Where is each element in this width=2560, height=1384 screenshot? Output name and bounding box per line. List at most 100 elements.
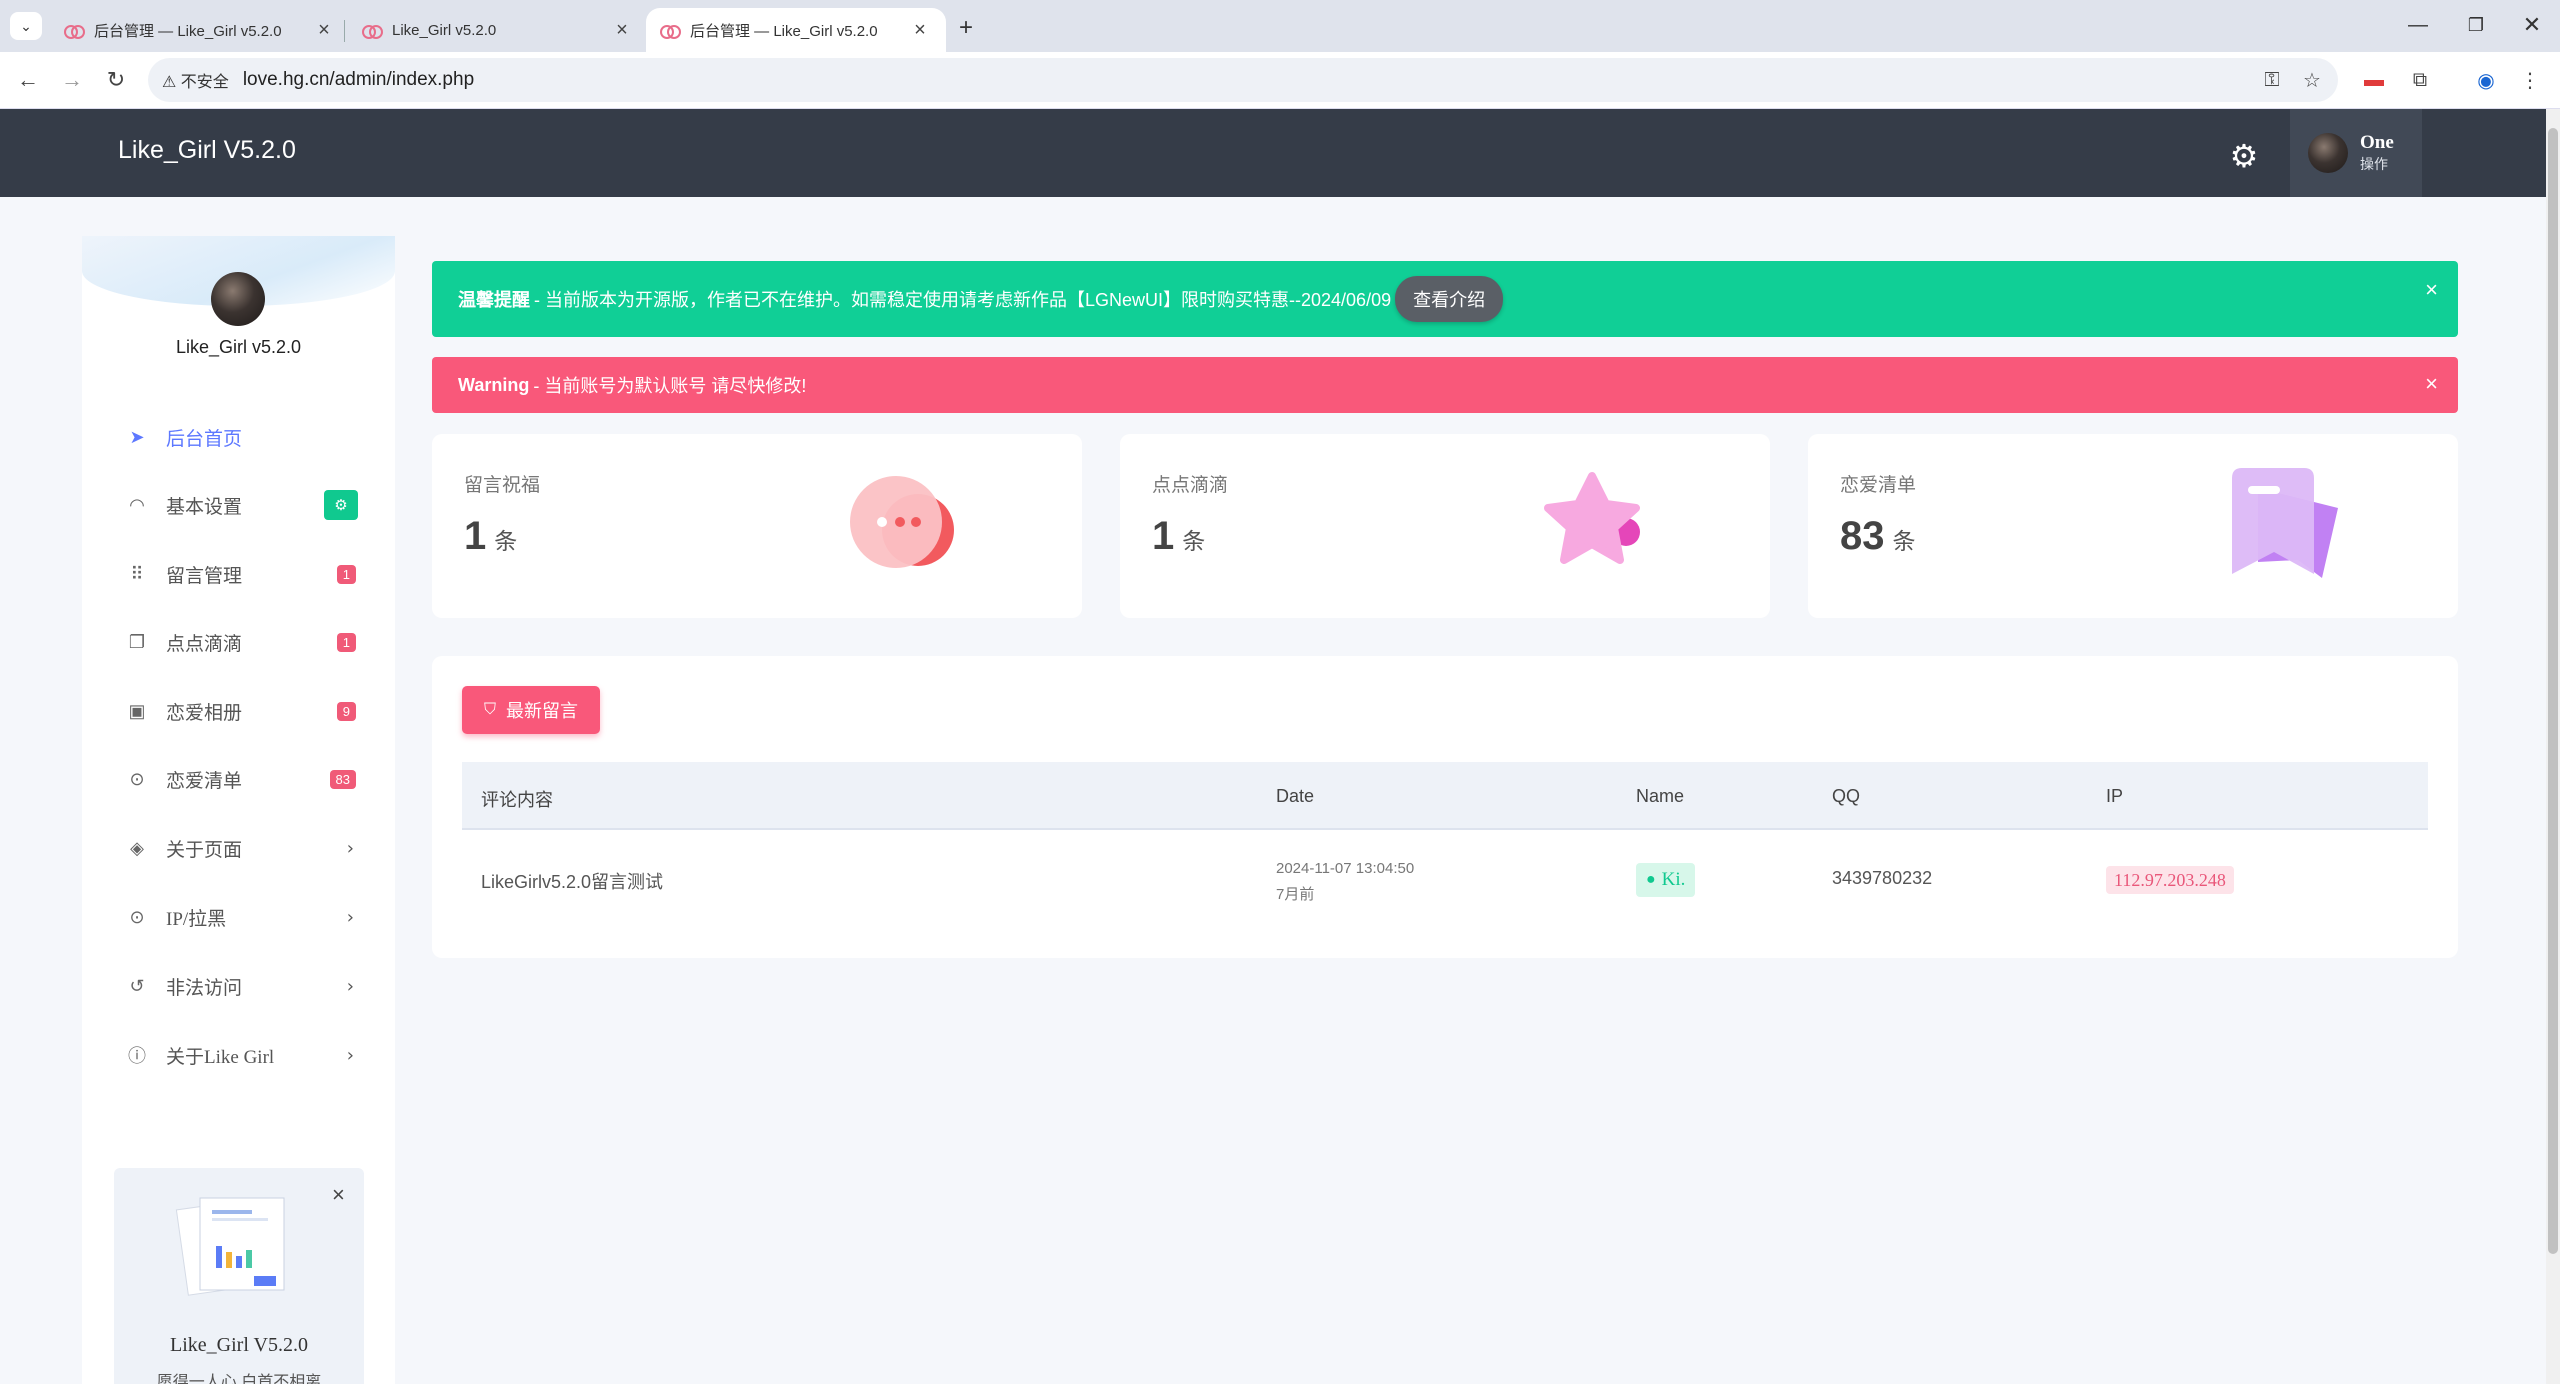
address-bar[interactable]: ⚠ 不安全 love.hg.cn/admin/index.php bbox=[148, 58, 2338, 102]
browser-tab-3[interactable]: 后台管理 — Like_Girl v5.2.0 × bbox=[646, 8, 946, 52]
sidebar-item-illegal-access[interactable]: ↺ 非法访问 › bbox=[124, 966, 364, 1006]
stat-number: 1 bbox=[1152, 514, 1175, 558]
close-icon[interactable]: × bbox=[2425, 371, 2438, 397]
stat-number: 1 bbox=[464, 514, 487, 558]
column-header-content[interactable]: 评论内容 bbox=[481, 786, 553, 812]
arrow-right-icon: → bbox=[61, 67, 83, 92]
latest-messages-button[interactable]: ⛉ 最新留言 bbox=[462, 686, 600, 734]
sidebar-item-ip-block[interactable]: ⊙ IP/拉黑 › bbox=[124, 897, 364, 937]
restore-icon: ❐ bbox=[2467, 14, 2485, 35]
new-tab-button[interactable]: + bbox=[950, 12, 982, 44]
bookmark-icon bbox=[2232, 468, 2338, 578]
stat-card-list: 恋爱清单 83 条 bbox=[1808, 434, 2458, 618]
rings-icon bbox=[64, 23, 85, 39]
tab-search-button[interactable]: ⌄ bbox=[10, 12, 42, 40]
alert-text: - 当前账号为默认账号 请尽快修改! bbox=[533, 376, 807, 396]
close-icon: ✕ bbox=[2522, 12, 2542, 37]
sidebar-item-label: 基本设置 bbox=[166, 496, 243, 518]
minimize-icon: — bbox=[2408, 13, 2428, 36]
sidebar-item-home[interactable]: ➤ 后台首页 bbox=[124, 417, 364, 457]
column-header-qq[interactable]: QQ bbox=[1832, 786, 1860, 807]
table-header bbox=[462, 762, 2428, 830]
window-close-button[interactable]: ✕ bbox=[2512, 10, 2552, 40]
extensions-puzzle-icon[interactable]: ⧉ bbox=[2404, 64, 2436, 96]
restore-button[interactable]: ❐ bbox=[2456, 10, 2496, 40]
sidebar-item-label: 关于Like Girl bbox=[166, 1046, 275, 1068]
star-icon bbox=[1544, 472, 1640, 564]
browser-tab-2[interactable]: Like_Girl v5.2.0 × bbox=[348, 8, 648, 52]
message-date: 2024-11-07 13:04:50 bbox=[1276, 860, 1415, 877]
password-key-icon[interactable]: ⚿ bbox=[2256, 64, 2288, 96]
rings-icon bbox=[660, 23, 681, 39]
url-text: love.hg.cn/admin/index.php bbox=[242, 69, 475, 90]
user-role: 操作 bbox=[2360, 156, 2388, 172]
close-icon[interactable]: × bbox=[908, 19, 932, 42]
gauge-icon: ◠ bbox=[129, 494, 145, 515]
column-header-date[interactable]: Date bbox=[1276, 786, 1314, 807]
chat-bubble-icon bbox=[850, 476, 954, 568]
back-button[interactable]: ← bbox=[12, 64, 44, 96]
profile-icon[interactable]: ◉ bbox=[2470, 64, 2502, 96]
sidebar-item-moments[interactable]: ❐ 点点滴滴 1 bbox=[124, 622, 364, 662]
user-circle-icon: ● bbox=[1646, 871, 1656, 888]
forward-button[interactable]: → bbox=[56, 64, 88, 96]
report-illustration bbox=[175, 1197, 285, 1296]
name-tag: ● Ki. bbox=[1636, 863, 1696, 897]
stat-card-messages: 留言祝福 1条 bbox=[432, 434, 1082, 618]
avatar bbox=[211, 272, 265, 326]
tab-title: Like_Girl v5.2.0 bbox=[392, 21, 497, 39]
clipboard-icon: ❐ bbox=[128, 631, 146, 652]
user-menu[interactable]: One 操作 bbox=[2290, 109, 2422, 197]
stat-card-moments: 点点滴滴 1条 bbox=[1120, 434, 1770, 618]
user-name: One bbox=[2360, 132, 2394, 153]
photo-icon: ▣ bbox=[128, 700, 146, 721]
close-icon[interactable]: × bbox=[312, 19, 336, 42]
alert-strong: 温馨提醒 bbox=[458, 290, 530, 310]
reload-button[interactable]: ↻ bbox=[100, 64, 132, 96]
gear-icon[interactable]: ⚙ bbox=[2226, 138, 2262, 174]
browser-tab-1[interactable]: 后台管理 — Like_Girl v5.2.0 × bbox=[50, 8, 350, 52]
sidebar-item-label: 恋爱相册 bbox=[166, 702, 243, 724]
avatar bbox=[2308, 133, 2348, 173]
basket-icon: ⛉ bbox=[483, 701, 496, 718]
count-badge: 1 bbox=[336, 564, 356, 584]
column-header-name[interactable]: Name bbox=[1636, 786, 1684, 807]
pin-icon: ⊙ bbox=[129, 906, 145, 927]
settings-badge: ⚙ bbox=[324, 490, 358, 520]
chevron-right-icon: › bbox=[346, 975, 354, 997]
security-label: 不安全 bbox=[180, 74, 229, 91]
stat-number: 83 bbox=[1840, 514, 1885, 558]
close-icon[interactable]: × bbox=[332, 1182, 345, 1208]
security-indicator[interactable]: ⚠ 不安全 bbox=[162, 68, 229, 92]
sidebar-item-label: 留言管理 bbox=[166, 565, 243, 587]
chevron-right-icon: › bbox=[346, 906, 354, 928]
minimize-button[interactable]: — bbox=[2398, 10, 2438, 40]
info-icon: ⓘ bbox=[128, 1046, 146, 1066]
sidebar-site-name: Like_Girl v5.2.0 bbox=[175, 337, 302, 357]
count-badge: 83 bbox=[329, 769, 356, 789]
arrow-left-icon: ← bbox=[17, 67, 39, 92]
scrollbar-thumb[interactable] bbox=[2548, 128, 2558, 1254]
sidebar-item-about-page[interactable]: ◈ 关于页面 › bbox=[124, 828, 364, 868]
ip-badge: 112.97.203.248 bbox=[2106, 866, 2234, 894]
sidebar-item-list[interactable]: ⊙ 恋爱清单 83 bbox=[124, 759, 364, 799]
view-intro-button[interactable]: 查看介绍 bbox=[1395, 276, 1504, 322]
bookmark-star-icon[interactable]: ☆ bbox=[2296, 64, 2328, 96]
sidebar-item-album[interactable]: ▣ 恋爱相册 9 bbox=[124, 691, 364, 731]
column-header-ip[interactable]: IP bbox=[2106, 786, 2123, 807]
sidebar-item-messages[interactable]: ⠿ 留言管理 1 bbox=[124, 554, 364, 594]
alert-text: - 当前版本为开源版，作者已不在维护。如需稳定使用请考虑新作品【LGNewUI】… bbox=[534, 290, 1392, 310]
button-label: 最新留言 bbox=[506, 701, 578, 721]
count-badge: 1 bbox=[336, 632, 356, 652]
brand-title[interactable]: Like_Girl V5.2.0 bbox=[118, 136, 296, 165]
alert-strong: Warning bbox=[458, 374, 530, 395]
extension-icon[interactable]: ▬ bbox=[2358, 64, 2390, 96]
chevron-right-icon: › bbox=[346, 837, 354, 859]
name-text: Ki. bbox=[1661, 869, 1686, 890]
close-icon[interactable]: × bbox=[610, 19, 634, 42]
sidebar-item-settings[interactable]: ◠ 基本设置 ⚙ bbox=[124, 485, 364, 525]
close-icon[interactable]: × bbox=[2425, 277, 2438, 303]
menu-dots-icon[interactable]: ⋮ bbox=[2514, 64, 2546, 96]
pin-icon: ⊙ bbox=[129, 768, 145, 789]
sidebar-item-about[interactable]: ⓘ 关于Like Girl › bbox=[124, 1035, 364, 1075]
